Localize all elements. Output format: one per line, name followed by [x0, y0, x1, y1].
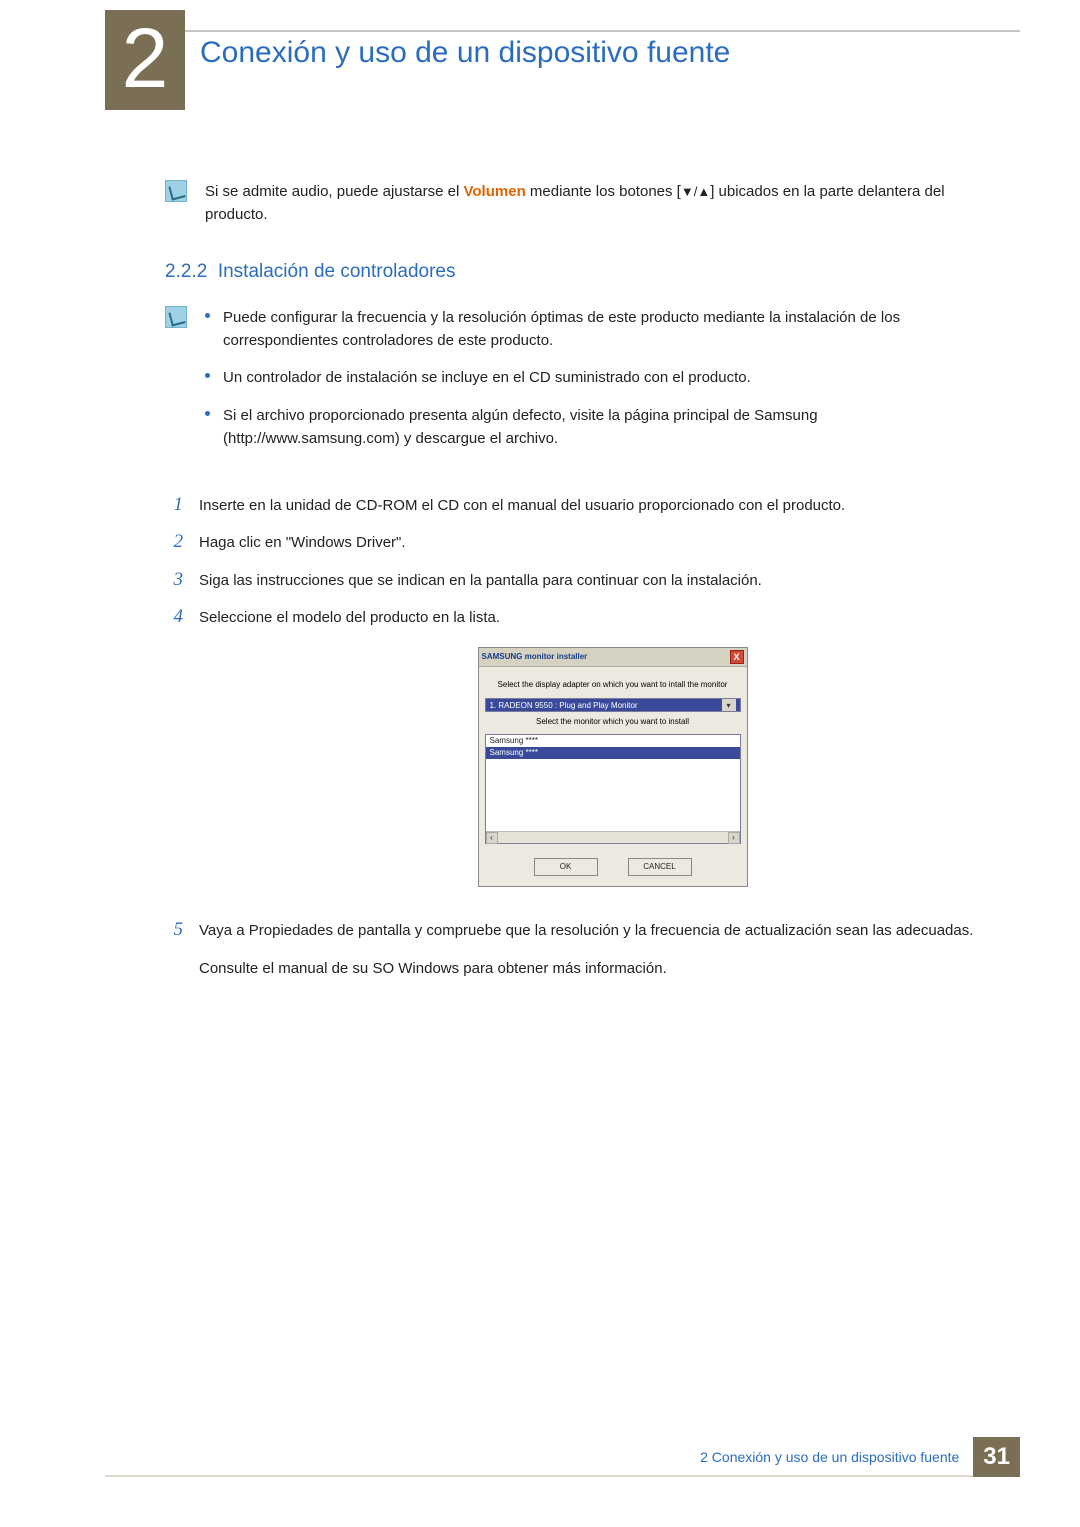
monitor-label: Select the monitor which you want to ins… — [485, 716, 741, 728]
step-number: 5 — [165, 919, 183, 942]
bullet-text: Un controlador de instalación se incluye… — [223, 369, 751, 386]
section-num: 2.2.2 — [165, 261, 207, 282]
bullet-item: Si el archivo proporcionado presenta alg… — [205, 404, 990, 451]
note1-mid: mediante los botones [ — [526, 183, 681, 200]
note-block-2: Puede configurar la frecuencia y la reso… — [165, 306, 990, 464]
installer-titlebar: SAMSUNG monitor installer X — [479, 648, 747, 667]
footer-chapter: 2 Conexión y uso de un dispositivo fuent… — [700, 1449, 959, 1465]
step-text: Inserte en la unidad de CD-ROM el CD con… — [199, 494, 990, 517]
list-item[interactable]: Samsung **** — [486, 735, 740, 747]
installer-body: Select the display adapter on which you … — [479, 667, 747, 886]
list-item[interactable]: Samsung **** — [486, 747, 740, 759]
note1-highlight: Volumen — [464, 183, 526, 200]
step-body: Vaya a Propiedades de pantalla y comprue… — [199, 919, 990, 980]
note1-pre: Si se admite audio, puede ajustarse el — [205, 183, 464, 200]
note-text-2: Puede configurar la frecuencia y la reso… — [205, 306, 990, 464]
step-number: 4 — [165, 606, 183, 629]
section-heading: 2.2.2 Instalación de controladores — [165, 257, 990, 286]
adapter-value: 1. RADEON 9550 : Plug and Play Monitor — [490, 699, 638, 711]
chapter-title: Conexión y uso de un dispositivo fuente — [200, 36, 730, 70]
note-icon — [165, 180, 187, 202]
step-text: Siga las instrucciones que se indican en… — [199, 569, 990, 592]
horizontal-scrollbar[interactable]: ‹ › — [486, 831, 740, 843]
page-footer: 2 Conexión y uso de un dispositivo fuent… — [700, 1437, 1020, 1477]
step-number: 3 — [165, 569, 183, 592]
step-item: 1 Inserte en la unidad de CD-ROM el CD c… — [165, 494, 990, 517]
step-item: 4 Seleccione el modelo del producto en l… — [165, 606, 990, 905]
cancel-button[interactable]: CANCEL — [628, 858, 692, 876]
note1-triangles: ▼/▲ — [681, 184, 710, 199]
adapter-label: Select the display adapter on which you … — [485, 679, 741, 691]
ordered-steps: 1 Inserte en la unidad de CD-ROM el CD c… — [165, 494, 990, 980]
step-item: 3 Siga las instrucciones que se indican … — [165, 569, 990, 592]
chapter-number: 2 — [105, 10, 185, 100]
installer-screenshot: SAMSUNG monitor installer X Select the d… — [235, 647, 990, 887]
scroll-right-icon[interactable]: › — [728, 832, 740, 844]
note-icon — [165, 306, 187, 328]
bullet-item: Puede configurar la frecuencia y la reso… — [205, 306, 990, 353]
chevron-down-icon[interactable]: ▾ — [722, 699, 736, 711]
installer-title: SAMSUNG monitor installer — [482, 651, 588, 663]
step-text: Seleccione el modelo del producto en la … — [199, 606, 990, 629]
step-text: Haga clic en "Windows Driver". — [199, 531, 990, 554]
step-item: 2 Haga clic en "Windows Driver". — [165, 531, 990, 554]
top-rule — [105, 30, 1020, 32]
note-text-1: Si se admite audio, puede ajustarse el V… — [205, 180, 990, 227]
step-number: 2 — [165, 531, 183, 554]
step-number: 1 — [165, 494, 183, 517]
bullet-text: Puede configurar la frecuencia y la reso… — [223, 309, 900, 349]
installer-window: SAMSUNG monitor installer X Select the d… — [478, 647, 748, 887]
step-text: Vaya a Propiedades de pantalla y comprue… — [199, 919, 990, 942]
step-item: 5 Vaya a Propiedades de pantalla y compr… — [165, 919, 990, 980]
bullet-item: Un controlador de instalación se incluye… — [205, 366, 990, 389]
footer-page-number: 31 — [973, 1437, 1020, 1477]
adapter-dropdown[interactable]: 1. RADEON 9550 : Plug and Play Monitor ▾ — [485, 698, 741, 712]
monitor-listbox[interactable]: Samsung **** Samsung **** ‹ › — [485, 734, 741, 844]
section-title: Instalación de controladores — [218, 261, 456, 282]
step-body: Seleccione el modelo del producto en la … — [199, 606, 990, 905]
close-icon[interactable]: X — [730, 650, 744, 664]
chapter-number-block: 2 — [105, 10, 185, 110]
ok-button[interactable]: OK — [534, 858, 598, 876]
note-block-1: Si se admite audio, puede ajustarse el V… — [165, 180, 990, 227]
step-extra: Consulte el manual de su SO Windows para… — [199, 957, 990, 980]
bullet-text: Si el archivo proporcionado presenta alg… — [223, 407, 818, 447]
dialog-button-row: OK CANCEL — [485, 858, 741, 876]
content-area: Si se admite audio, puede ajustarse el V… — [165, 180, 990, 994]
scroll-left-icon[interactable]: ‹ — [486, 832, 498, 844]
